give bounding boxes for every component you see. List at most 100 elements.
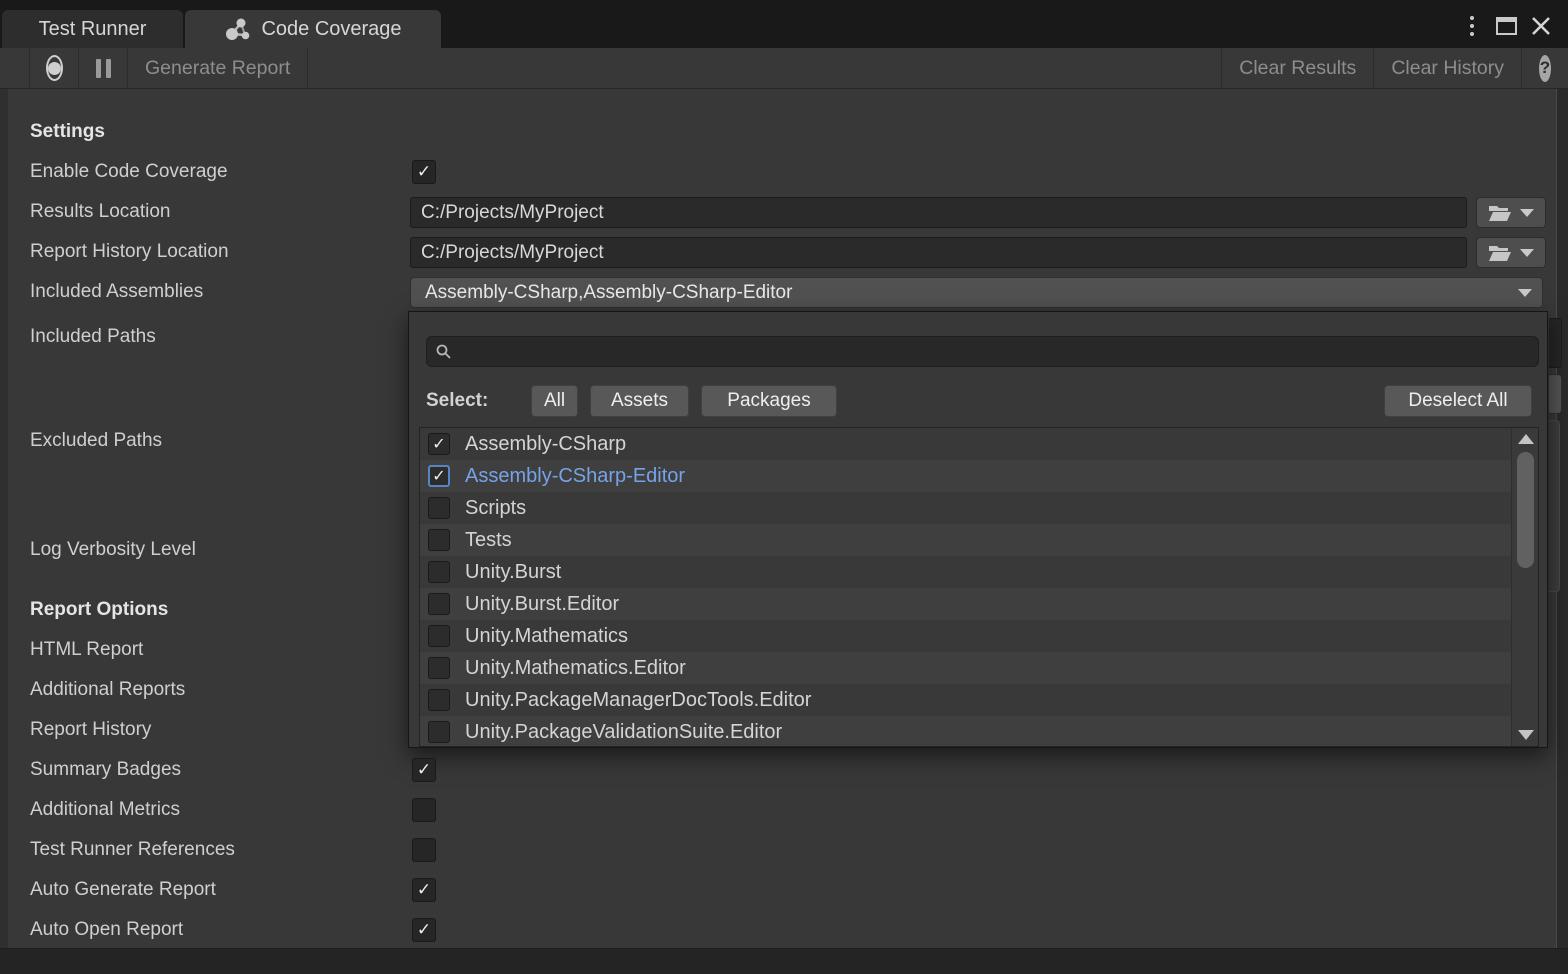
assembly-list-item[interactable]: ✓ Unity.Mathematics (420, 620, 1513, 652)
deselect-all-button[interactable]: Deselect All (1384, 385, 1532, 417)
scroll-up-icon[interactable] (1518, 434, 1534, 444)
select-label: Select: (426, 385, 488, 417)
additional-reports-label: Additional Reports (30, 670, 185, 710)
folder-dropdown-caret-icon (1520, 249, 1534, 257)
additional-metrics-checkbox[interactable]: ✓ (412, 798, 436, 822)
assembly-list-item[interactable]: ✓ Scripts (420, 492, 1513, 524)
obscured-field-fragment (1549, 318, 1562, 368)
log-verbosity-level-label: Log Verbosity Level (30, 530, 196, 570)
included-assemblies-dropdown[interactable]: Assembly-CSharp,Assembly-CSharp-Editor (410, 277, 1543, 308)
close-icon (1530, 15, 1552, 37)
enable-code-coverage-checkbox[interactable]: ✓ (412, 160, 436, 184)
assembly-search-input[interactable] (460, 341, 1530, 362)
summary-badges-checkbox[interactable]: ✓ (412, 758, 436, 782)
select-assets-button[interactable]: Assets (590, 385, 689, 417)
maximize-icon (1496, 17, 1517, 35)
results-location-field[interactable] (410, 197, 1467, 228)
assembly-checkbox[interactable]: ✓ (428, 561, 450, 583)
results-location-browse-button[interactable] (1476, 197, 1546, 228)
assembly-name: Assembly-CSharp-Editor (465, 465, 685, 488)
assembly-checkbox[interactable]: ✓ (428, 593, 450, 615)
report-history-location-field[interactable] (410, 237, 1467, 268)
scroll-down-icon[interactable] (1518, 730, 1534, 740)
toolbar: Generate Report Clear Results Clear Hist… (0, 48, 1568, 89)
select-row: Select: All Assets Packages Deselect All (426, 385, 1532, 417)
select-all-button[interactable]: All (531, 385, 578, 417)
assembly-rows: ✓ Assembly-CSharp ✓ Assembly-CSharp-Edit… (420, 428, 1538, 747)
report-history-label: Report History (30, 710, 151, 750)
report-history-location-label: Report History Location (30, 232, 229, 272)
window-menu-button[interactable] (1458, 12, 1486, 40)
record-coverage-button[interactable] (30, 48, 78, 88)
close-button[interactable] (1527, 12, 1555, 40)
select-packages-button[interactable]: Packages (701, 385, 837, 417)
included-assemblies-popup: Select: All Assets Packages Deselect All… (408, 311, 1548, 748)
assembly-name: Scripts (465, 497, 526, 520)
tab-code-coverage-label: Code Coverage (261, 18, 401, 41)
assembly-name: Unity.Mathematics.Editor (465, 657, 686, 680)
results-location-label: Results Location (30, 192, 170, 232)
auto-generate-report-checkbox[interactable]: ✓ (412, 878, 436, 902)
assembly-name: Unity.Burst.Editor (465, 593, 619, 616)
assembly-search[interactable] (426, 336, 1539, 367)
included-assemblies-value: Assembly-CSharp,Assembly-CSharp-Editor (425, 282, 792, 304)
titlebar: Test Runner Code Coverage (0, 0, 1568, 48)
summary-badges-label: Summary Badges (30, 750, 181, 790)
folder-open-icon (1488, 204, 1512, 222)
assembly-name: Unity.Burst (465, 561, 561, 584)
assembly-list-item[interactable]: ✓ Unity.PackageValidationSuite.Editor (420, 716, 1513, 747)
clear-results-button[interactable]: Clear Results (1222, 48, 1373, 88)
report-options-header: Report Options (30, 590, 168, 630)
assembly-list-item[interactable]: ✓ Unity.PackageManagerDocTools.Editor (420, 684, 1513, 716)
auto-open-report-label: Auto Open Report (30, 910, 183, 950)
folder-dropdown-caret-icon (1520, 209, 1534, 217)
tab-test-runner[interactable]: Test Runner (2, 10, 183, 48)
maximize-button[interactable] (1492, 12, 1520, 40)
generate-report-button[interactable]: Generate Report (128, 48, 307, 88)
assembly-name: Assembly-CSharp (465, 433, 626, 456)
assembly-checkbox[interactable]: ✓ (428, 529, 450, 551)
assembly-list-item[interactable]: ✓ Unity.Burst.Editor (420, 588, 1513, 620)
assembly-checkbox[interactable]: ✓ (428, 465, 450, 487)
kebab-menu-icon (1470, 16, 1474, 36)
clear-history-label: Clear History (1391, 57, 1504, 80)
assembly-name: Unity.Mathematics (465, 625, 628, 648)
test-runner-references-checkbox[interactable]: ✓ (412, 838, 436, 862)
pause-coverage-button[interactable] (79, 48, 127, 88)
assembly-checkbox[interactable]: ✓ (428, 689, 450, 711)
assembly-checkbox[interactable]: ✓ (428, 721, 450, 743)
clear-history-button[interactable]: Clear History (1374, 48, 1521, 88)
code-coverage-icon (224, 17, 251, 42)
auto-open-report-checkbox[interactable]: ✓ (412, 918, 436, 942)
tab-code-coverage[interactable]: Code Coverage (185, 10, 441, 48)
assembly-list-item[interactable]: ✓ Unity.Burst (420, 556, 1513, 588)
tab-test-runner-label: Test Runner (39, 18, 147, 41)
assembly-list-item[interactable]: ✓ Assembly-CSharp-Editor (420, 460, 1513, 492)
test-runner-references-label: Test Runner References (30, 830, 235, 870)
assembly-list-scrollbar[interactable] (1511, 428, 1538, 746)
enable-code-coverage-label: Enable Code Coverage (30, 152, 228, 192)
left-gutter (0, 89, 8, 948)
assembly-checkbox[interactable]: ✓ (428, 433, 450, 455)
scrollbar-thumb[interactable] (1517, 452, 1534, 568)
folder-open-icon (1488, 244, 1512, 262)
assembly-name: Unity.PackageValidationSuite.Editor (465, 721, 782, 744)
dropdown-caret-icon (1518, 289, 1532, 297)
help-icon: ? (1539, 55, 1551, 82)
code-coverage-window: Test Runner Code Coverage (0, 0, 1568, 974)
generate-report-label: Generate Report (145, 57, 290, 80)
additional-metrics-label: Additional Metrics (30, 790, 180, 830)
assembly-checkbox[interactable]: ✓ (428, 497, 450, 519)
excluded-paths-label: Excluded Paths (30, 421, 162, 461)
assembly-list-item[interactable]: ✓ Assembly-CSharp (420, 428, 1513, 460)
included-paths-label: Included Paths (30, 317, 156, 357)
auto-generate-report-label: Auto Generate Report (30, 870, 216, 910)
assembly-list-item[interactable]: ✓ Unity.Mathematics.Editor (420, 652, 1513, 684)
report-history-browse-button[interactable] (1476, 237, 1546, 268)
settings-header: Settings (30, 112, 105, 152)
assembly-name: Tests (465, 529, 512, 552)
assembly-checkbox[interactable]: ✓ (428, 625, 450, 647)
assembly-checkbox[interactable]: ✓ (428, 657, 450, 679)
assembly-list-item[interactable]: ✓ Tests (420, 524, 1513, 556)
help-button[interactable]: ? (1522, 48, 1568, 88)
